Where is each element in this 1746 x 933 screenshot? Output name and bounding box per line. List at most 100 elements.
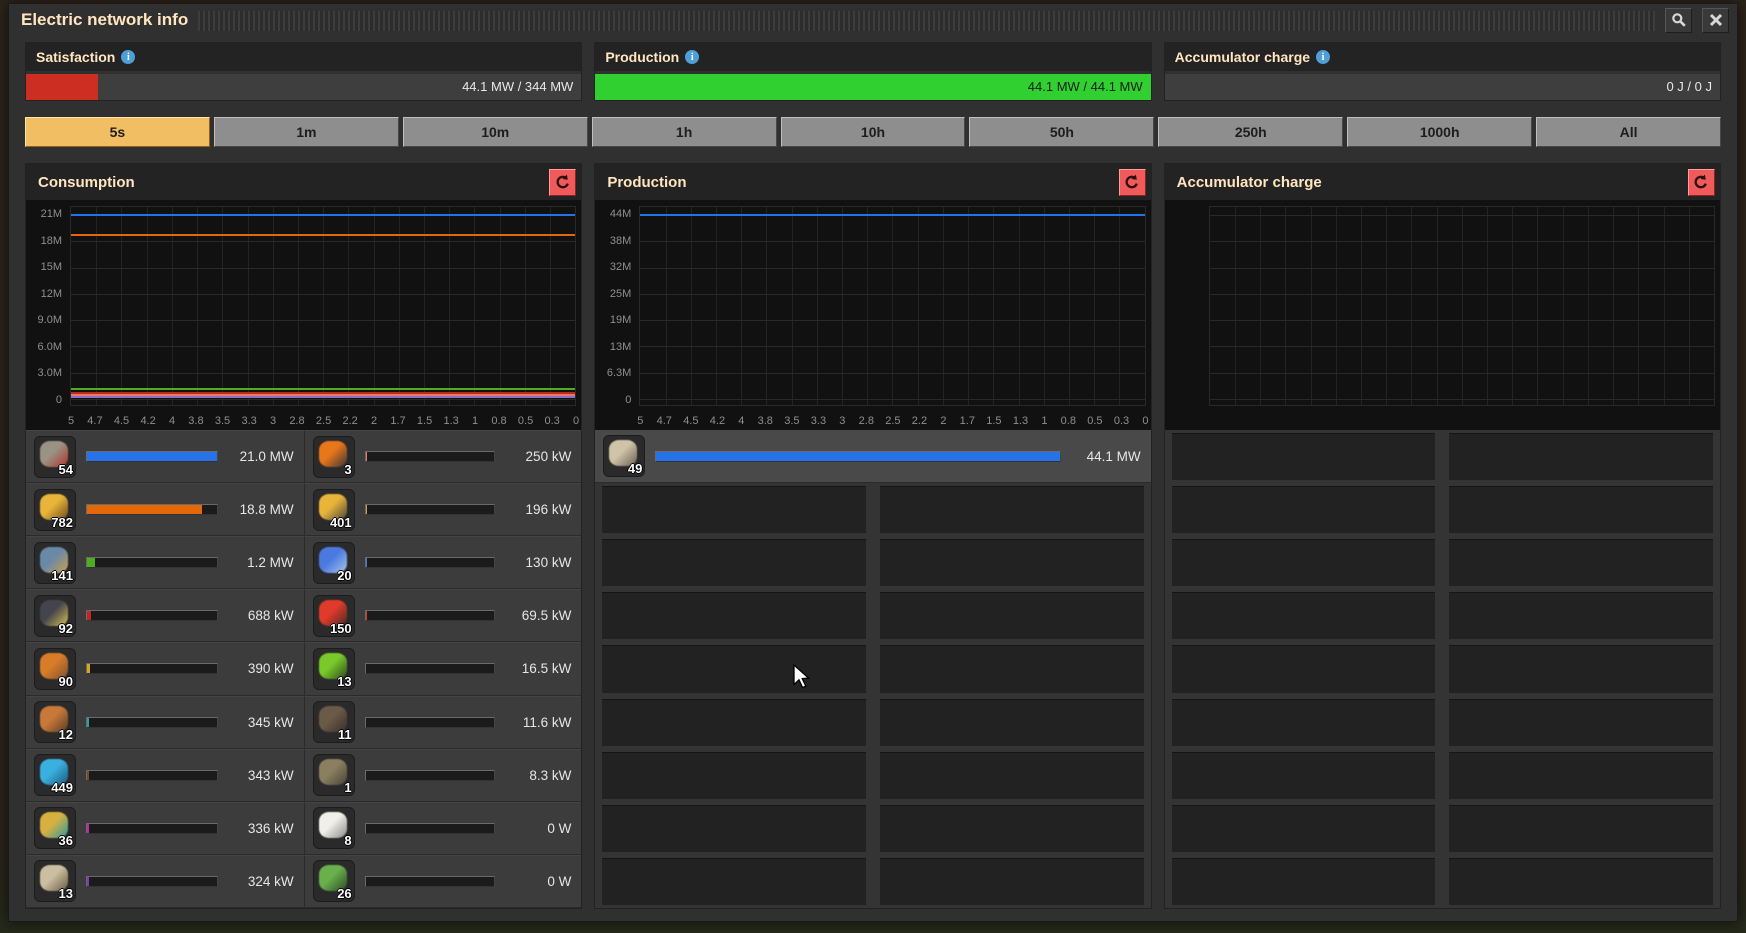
accumulator-charge-y-axis <box>1165 214 1203 400</box>
time-button-10m[interactable]: 10m <box>402 117 588 147</box>
x-tick-label: 4.7 <box>656 415 672 427</box>
consumption-entry[interactable]: 13 324 kW <box>26 854 304 908</box>
electric-plug-red-icon: 150 <box>312 594 355 637</box>
consumption-entry[interactable]: 12 345 kW <box>26 695 304 749</box>
empty-list-cell <box>1449 751 1713 799</box>
consumption-entry[interactable]: 54 21.0 MW <box>26 430 304 484</box>
consumption-reset-button[interactable] <box>549 168 577 196</box>
close-button[interactable] <box>1702 7 1729 33</box>
consumption-entry[interactable]: 401 196 kW <box>303 483 582 537</box>
time-button-250h[interactable]: 250h <box>1158 117 1344 147</box>
info-icon[interactable]: i <box>685 50 700 64</box>
empty-list-cell <box>879 486 1144 534</box>
summary-row: Satisfaction i 44.1 MW / 344 MW Producti… <box>25 42 1721 101</box>
orange-assembler-icon: 90 <box>34 647 76 690</box>
search-button[interactable] <box>1665 7 1692 33</box>
consumption-entry[interactable]: 150 69.5 kW <box>303 589 582 643</box>
consumption-entry[interactable]: 26 0 W <box>303 854 582 908</box>
empty-list-cell <box>1171 539 1436 587</box>
x-tick-label: 0 <box>1142 415 1149 427</box>
entry-usage-bar <box>364 822 496 834</box>
entry-usage-fill <box>87 611 91 621</box>
graph-series-line <box>71 387 576 390</box>
production-entry[interactable]: 49 44.1 MW <box>595 430 1151 484</box>
production-summary: Production i 44.1 MW / 44.1 MW <box>594 42 1152 101</box>
entry-usage-bar <box>364 875 496 887</box>
consumption-entry[interactable]: 20 130 kW <box>303 536 582 590</box>
production-plot-area <box>639 206 1146 406</box>
empty-list-cell <box>602 698 866 746</box>
accumulator-summary: Accumulator charge i 0 J / 0 J <box>1163 42 1721 101</box>
empty-list-cell <box>879 698 1144 746</box>
production-graph: 44M 38M 32M 25M 19M 13M 6.3M 0 5 4.7 4.5 4.2 4 3.8 3.5… <box>595 200 1151 430</box>
bone-machine-icon: 13 <box>34 860 76 903</box>
entry-count: 11 <box>337 727 352 743</box>
entry-usage-bar <box>86 451 218 463</box>
x-tick-label: 2.5 <box>885 415 901 427</box>
consumption-entry[interactable]: 449 343 kW <box>26 748 304 802</box>
time-button-50h[interactable]: 50h <box>969 117 1155 147</box>
entry-count: 3 <box>344 461 352 477</box>
satisfaction-value: 44.1 MW / 344 MW <box>462 79 574 94</box>
entry-value: 336 kW <box>247 820 294 836</box>
entry-usage-bar <box>655 450 1061 462</box>
consumption-entry[interactable]: 1 8.3 kW <box>303 748 582 802</box>
entry-usage-bar <box>86 716 218 728</box>
consumption-entry[interactable]: 782 18.8 MW <box>26 483 304 537</box>
empty-list-cell <box>602 539 866 587</box>
consumption-entry[interactable]: 11 11.6 kW <box>303 695 582 749</box>
x-tick-label: 0.8 <box>1060 415 1076 427</box>
accumulator-charge-reset-button[interactable] <box>1687 168 1715 196</box>
entry-usage-fill <box>656 451 1060 461</box>
entry-usage-fill <box>87 823 90 833</box>
time-button-10h[interactable]: 10h <box>780 117 966 147</box>
entry-count: 150 <box>329 620 352 636</box>
x-tick-label: 3.8 <box>188 415 204 427</box>
y-tick-label: 38M <box>609 234 632 247</box>
accumulator-charge-graph <box>1164 200 1720 430</box>
geodesic-dome-icon: 20 <box>312 541 355 584</box>
time-button-5s[interactable]: 5s <box>25 117 210 147</box>
entry-usage-bar <box>364 451 496 463</box>
empty-list-cell <box>879 751 1144 799</box>
consumption-entry[interactable]: 3 250 kW <box>303 430 582 484</box>
production-reset-button[interactable] <box>1118 168 1146 196</box>
entry-value: 324 kW <box>247 873 294 889</box>
entry-value: 18.8 MW <box>239 502 294 518</box>
copper-machine-icon: 12 <box>34 701 76 744</box>
production-panel: Production 44M 38M 32M 25M 19M 13M 6.3M 0 5 4.7 4.5… <box>594 163 1152 909</box>
consumption-entry[interactable]: 8 0 W <box>303 801 582 855</box>
consumption-entry[interactable]: 92 688 kW <box>26 589 304 643</box>
empty-list-cell <box>879 645 1144 693</box>
production-header: Production <box>595 164 1151 200</box>
entry-usage-bar <box>364 610 496 622</box>
entry-count: 782 <box>51 514 73 530</box>
time-button-1m[interactable]: 1m <box>213 117 399 147</box>
entry-value: 44.1 MW <box>1086 448 1141 464</box>
satisfaction-bar-fill <box>26 74 99 100</box>
time-button-All[interactable]: All <box>1536 117 1721 147</box>
x-tick-label: 0.5 <box>1087 415 1103 427</box>
entry-count: 12 <box>58 727 73 743</box>
entry-usage-bar <box>86 504 218 516</box>
entry-usage-fill <box>87 664 90 674</box>
info-icon[interactable]: i <box>1316 50 1331 64</box>
empty-list-cell <box>602 857 866 905</box>
titlebar-drag-handle[interactable] <box>198 11 1655 31</box>
entry-count: 54 <box>58 461 73 477</box>
x-tick-label: 2 <box>940 415 947 427</box>
time-button-1000h[interactable]: 1000h <box>1347 117 1533 147</box>
info-icon[interactable]: i <box>121 50 136 64</box>
x-tick-label: 4.7 <box>87 415 103 427</box>
consumption-entry[interactable]: 36 336 kW <box>26 801 304 855</box>
consumption-panel: Consumption 21M 18M 15M 12M 9.0M 6.0M 3.0M 0 5 4.7… <box>25 163 583 909</box>
consumption-entry[interactable]: 13 16.5 kW <box>303 642 582 696</box>
burner-inserter-machine-icon: 782 <box>34 488 76 531</box>
empty-list-cell <box>1171 486 1436 534</box>
time-button-1h[interactable]: 1h <box>591 117 777 147</box>
empty-list-cell <box>1171 433 1436 481</box>
consumption-entry[interactable]: 141 1.2 MW <box>26 536 304 590</box>
entry-usage-bar <box>364 504 496 516</box>
y-tick-label: 3.0M <box>37 367 62 380</box>
consumption-entry[interactable]: 90 390 kW <box>26 642 304 696</box>
